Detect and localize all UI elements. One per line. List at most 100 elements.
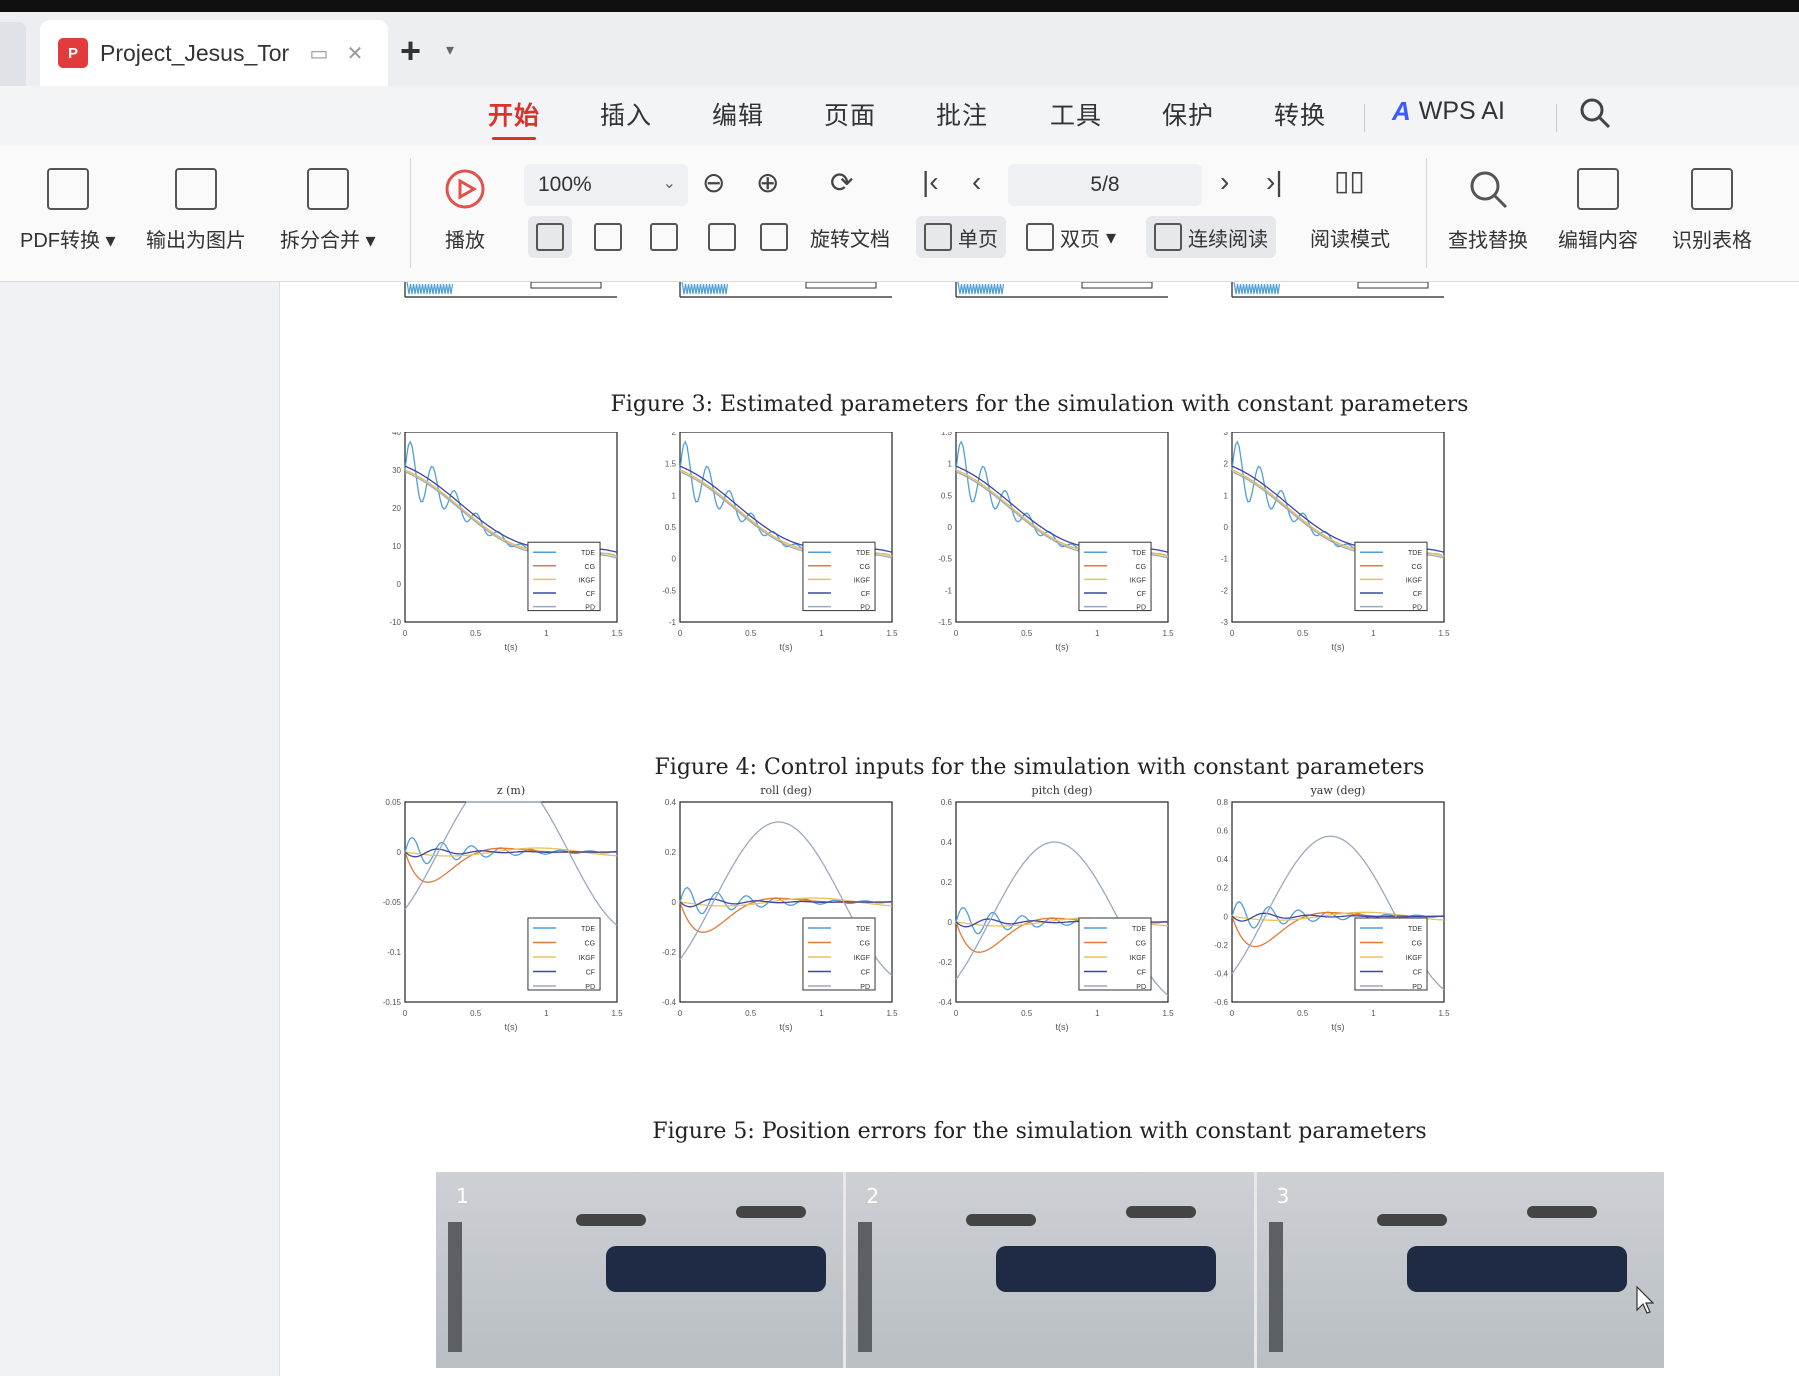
split-merge-button[interactable]: 拆分合并 ▾ — [280, 168, 376, 253]
y-tick-label: 0.6 — [1217, 827, 1229, 836]
search-icon[interactable] — [1578, 96, 1612, 130]
edit-content-button[interactable]: 编辑内容 — [1558, 168, 1638, 253]
legend-label: CF — [861, 591, 870, 598]
menu-tools[interactable]: 工具 — [1050, 96, 1102, 132]
menu-convert[interactable]: 转换 — [1274, 96, 1326, 132]
legend-label: IKGF — [1406, 577, 1422, 584]
cloud-status-icon[interactable]: ▭ — [307, 41, 331, 66]
document-tab[interactable]: P Project_Jesus_Tor ▭ ✕ — [40, 20, 388, 86]
photo-label: 3 — [1276, 1184, 1290, 1208]
x-tick-label: 0 — [954, 629, 959, 638]
edit-content-icon — [1577, 168, 1619, 210]
next-page-icon[interactable]: › — [1220, 166, 1229, 198]
find-replace-button[interactable]: 查找替换 — [1448, 168, 1528, 253]
chevron-down-icon[interactable]: ▾ — [446, 40, 454, 60]
last-page-icon[interactable]: ›| — [1266, 166, 1283, 198]
y-tick-label: 0 — [397, 580, 402, 589]
menu-start[interactable]: 开始 — [488, 96, 540, 140]
y-tick-label: 0.05 — [385, 798, 401, 807]
experiment-photo: 1 — [436, 1172, 847, 1368]
rotate-document-button[interactable]: 旋转文档 — [802, 216, 898, 258]
page-number-input[interactable]: 5/8 — [1008, 164, 1202, 206]
x-tick-label: 1.5 — [886, 629, 898, 638]
zoom-select[interactable]: 100% ⌄ — [524, 164, 688, 206]
continuous-reading-button[interactable]: 连续阅读 — [1146, 216, 1276, 258]
menu-protect[interactable]: 保护 — [1162, 96, 1214, 132]
side-tab[interactable] — [0, 22, 26, 86]
rotate-right-button[interactable] — [752, 216, 796, 258]
x-tick-label: 0 — [1230, 629, 1235, 638]
rotor — [576, 1214, 646, 1226]
legend-label: IKGF — [1130, 577, 1146, 584]
export-image-button[interactable]: 输出为图片 — [146, 168, 246, 253]
legend-label: CG — [1136, 564, 1147, 571]
y-tick-label: -0.1 — [387, 948, 401, 957]
rotor — [966, 1214, 1037, 1226]
menu-edit[interactable]: 编辑 — [712, 96, 764, 132]
play-button[interactable]: 播放 — [444, 168, 486, 253]
wps-ai-button[interactable]: A WPS AI — [1392, 96, 1505, 127]
y-tick-label: -10 — [389, 618, 401, 627]
new-tab-icon[interactable]: + — [400, 30, 421, 72]
zoom-out-icon[interactable]: ⊖ — [702, 166, 725, 199]
book-icon[interactable]: ▯▯ — [1334, 164, 1365, 197]
legend-box — [1357, 282, 1429, 289]
toolbar-divider — [410, 158, 411, 268]
y-tick-label: -0.4 — [662, 998, 676, 1007]
photo-label: 1 — [456, 1184, 469, 1208]
legend-label: CF — [1413, 970, 1422, 977]
cropped-chart — [1231, 282, 1444, 298]
rotate-left-icon — [708, 223, 736, 251]
legend-label: TDE — [581, 926, 595, 933]
drone — [1406, 1246, 1627, 1292]
first-page-icon[interactable]: |‹ — [922, 166, 939, 198]
x-tick-label: 1.5 — [1438, 629, 1450, 638]
y-tick-label: 1 — [672, 491, 677, 500]
y-tick-label: 0.5 — [941, 491, 953, 500]
menu-comment[interactable]: 批注 — [936, 96, 988, 132]
legend-label: PD — [585, 984, 595, 991]
x-tick-label: 1 — [1371, 1009, 1376, 1018]
split-merge-label: 拆分合并 ▾ — [280, 230, 376, 252]
legend-label: IKGF — [854, 577, 870, 584]
y-tick-label: 0.2 — [1217, 884, 1229, 893]
left-sidebar — [0, 282, 280, 1376]
pdf-convert-button[interactable]: PDF转换 ▾ — [20, 168, 116, 253]
gripper — [858, 1222, 873, 1352]
legend-label: PD — [1136, 984, 1146, 991]
x-tick-label: 0 — [1230, 1009, 1235, 1018]
legend-box — [530, 282, 602, 289]
pdf-page-view[interactable]: Figure 3: Estimated parameters for the s… — [280, 282, 1799, 1376]
single-page-button[interactable]: 单页 — [916, 216, 1006, 258]
y-tick-label: 0 — [397, 848, 402, 857]
fit-page-button[interactable] — [528, 216, 572, 258]
close-icon[interactable]: ✕ — [343, 41, 367, 66]
image-icon — [175, 168, 217, 210]
photo-label: 2 — [866, 1184, 880, 1208]
chart-title: yaw (deg) — [1310, 784, 1366, 797]
recognize-table-button[interactable]: 识别表格 — [1672, 168, 1752, 253]
menu-page[interactable]: 页面 — [824, 96, 876, 132]
double-page-button[interactable]: 双页 ▾ — [1018, 216, 1124, 258]
chevron-down-icon: ⌄ — [662, 175, 676, 192]
single-page-icon — [924, 223, 952, 251]
y-tick-label: -1 — [945, 586, 953, 595]
y-tick-label: 0.4 — [941, 838, 953, 847]
rotate-icon[interactable]: ⟳ — [830, 166, 853, 199]
series-line — [679, 886, 893, 915]
rotate-left-button[interactable] — [700, 216, 744, 258]
actual-size-button[interactable] — [642, 216, 686, 258]
menu-insert[interactable]: 插入 — [600, 96, 652, 132]
zoom-in-icon[interactable]: ⊕ — [756, 166, 779, 199]
pdf-convert-label: PDF转换 ▾ — [20, 230, 116, 252]
y-tick-label: -0.4 — [938, 998, 952, 1007]
y-tick-label: 2 — [672, 432, 677, 437]
chart: τyaw (Nm)3210-1-2-300.511.5t(s)TDECGIKGF… — [1221, 432, 1450, 652]
fit-width-button[interactable] — [586, 216, 630, 258]
previous-page-icon[interactable]: ‹ — [972, 166, 981, 198]
series-line — [681, 282, 729, 295]
x-tick-label: 0.5 — [745, 1009, 757, 1018]
x-tick-label: 1 — [1371, 629, 1376, 638]
reading-mode-button[interactable]: 阅读模式 — [1302, 216, 1398, 258]
legend-label: CF — [586, 970, 595, 977]
